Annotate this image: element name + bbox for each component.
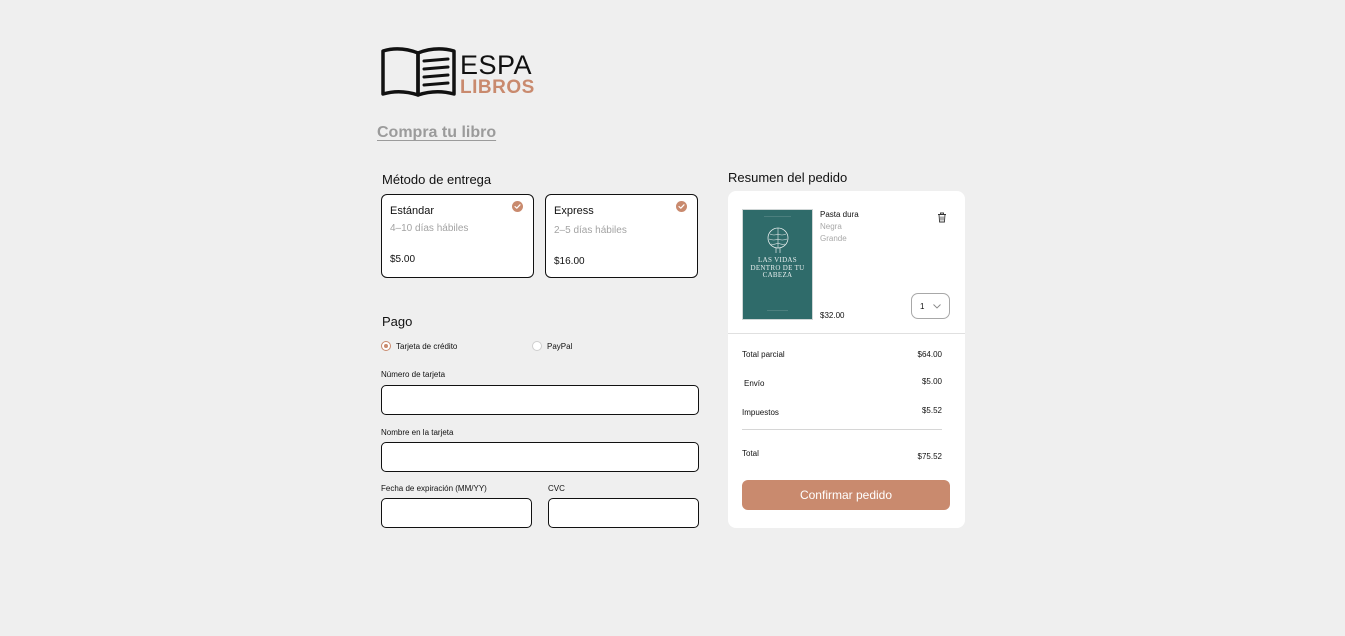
summary-title: Resumen del pedido (728, 170, 848, 185)
radio-button[interactable] (381, 341, 391, 351)
card-number-input[interactable] (381, 385, 699, 415)
cover-title: LAS VIDAS DENTRO DE TU CABEZA (750, 256, 805, 279)
radio-button[interactable] (532, 341, 542, 351)
radio-label: PayPal (547, 341, 573, 351)
book-cover-image: ————————— LAS VIDAS DENTRO DE TU CABEZA … (742, 209, 813, 320)
total-label: Total (742, 449, 759, 458)
delivery-option-price: $5.00 (390, 254, 416, 265)
taxes-value: $5.52 (921, 406, 942, 415)
card-name-label: Nombre en la tarjeta (381, 428, 454, 437)
card-number-label: Número de tarjeta (381, 370, 446, 379)
check-circle-icon (676, 201, 687, 212)
radio-label: Tarjeta de crédito (396, 341, 458, 351)
total-value: $75.52 (917, 452, 942, 461)
delivery-option-name: Estándar (390, 205, 435, 217)
brand-logo[interactable]: ESPA LIBROS (380, 47, 535, 99)
taxes-label: Impuestos (742, 408, 779, 417)
shipping-label: Envío (744, 379, 765, 388)
delivery-option-name: Express (554, 205, 594, 217)
cover-author-bottom: ——————— (767, 308, 788, 312)
brain-illustration-icon (767, 227, 789, 253)
cvc-input[interactable] (548, 498, 699, 528)
page-title[interactable]: Compra tu libro (377, 124, 496, 142)
total-divider (742, 429, 942, 430)
delivery-title: Método de entrega (382, 172, 492, 187)
delivery-option-price: $16.00 (554, 256, 585, 267)
product-format: Pasta dura (820, 210, 859, 219)
product-option-size: Grande (820, 234, 847, 243)
cover-author-top: ————————— (764, 214, 791, 218)
quantity-value: 1 (920, 301, 925, 311)
delivery-option-days: 4–10 días hábiles (390, 223, 469, 234)
quantity-select[interactable]: 1 (911, 293, 950, 319)
trash-icon[interactable] (937, 210, 947, 228)
cvc-label: CVC (548, 484, 565, 493)
radio-paypal[interactable]: PayPal (532, 341, 572, 351)
payment-title: Pago (382, 314, 413, 329)
expiry-label: Fecha de expiración (MM/YY) (381, 484, 487, 493)
product-price: $32.00 (820, 311, 845, 320)
brand-line1: ESPA (460, 50, 533, 80)
order-summary-card: ————————— LAS VIDAS DENTRO DE TU CABEZA … (728, 191, 965, 528)
check-circle-icon (512, 201, 523, 212)
shipping-value: $5.00 (921, 377, 942, 386)
subtotal-label: Total parcial (742, 350, 785, 359)
subtotal-value: $64.00 (917, 350, 942, 359)
chevron-down-icon (933, 304, 941, 309)
brand-wordmark: ESPA LIBROS (460, 47, 535, 98)
confirm-order-button[interactable]: Confirmar pedido (742, 480, 950, 510)
open-book-icon (381, 47, 456, 97)
summary-divider (728, 333, 965, 334)
delivery-option-days: 2–5 días hábiles (554, 225, 627, 236)
delivery-option-express[interactable]: Express 2–5 días hábiles $16.00 (545, 194, 698, 278)
brand-line2: LIBROS (460, 77, 535, 98)
expiry-input[interactable] (381, 498, 532, 528)
delivery-option-standard[interactable]: Estándar 4–10 días hábiles $5.00 (381, 194, 534, 278)
card-name-input[interactable] (381, 442, 699, 472)
product-option-color: Negra (820, 222, 842, 231)
radio-credit-card[interactable]: Tarjeta de crédito (381, 341, 457, 351)
